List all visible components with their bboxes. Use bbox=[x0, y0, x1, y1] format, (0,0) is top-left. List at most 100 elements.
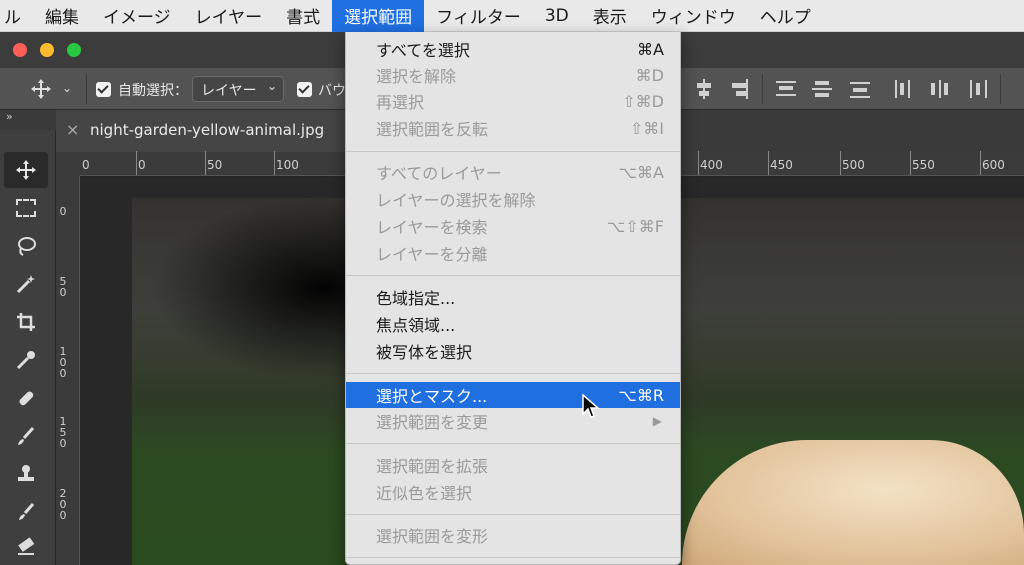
lasso-tool[interactable] bbox=[4, 228, 48, 264]
align-center-icon[interactable] bbox=[692, 78, 716, 100]
eyedropper-tool[interactable] bbox=[4, 342, 48, 378]
menu-item-filter[interactable]: フィルター bbox=[424, 0, 533, 32]
ruler-label: 1 0 0 bbox=[59, 345, 67, 380]
menu-inverse[interactable]: 選択範囲を反転 ⇧⌘I bbox=[346, 115, 680, 141]
menu-select-all[interactable]: すべてを選択 ⌘A bbox=[346, 36, 680, 62]
ruler-label: 50 bbox=[207, 158, 223, 172]
show-transform-checkbox[interactable] bbox=[297, 82, 312, 97]
ruler-label: 0 bbox=[82, 158, 90, 172]
clone-stamp-tool[interactable] bbox=[4, 456, 48, 492]
ruler-label: 0 bbox=[59, 205, 67, 218]
menu-deselect[interactable]: 選択を解除 ⌘D bbox=[346, 62, 680, 88]
distribute-right-icon[interactable] bbox=[966, 78, 990, 100]
menu-deselect-layers[interactable]: レイヤーの選択を解除 bbox=[346, 186, 680, 212]
auto-select-checkbox[interactable] bbox=[96, 82, 111, 97]
menu-item-type[interactable]: 書式 bbox=[274, 0, 332, 32]
ruler-label: 0 bbox=[138, 158, 146, 172]
distribute-bottom-icon[interactable] bbox=[848, 78, 872, 100]
ruler-label: 5 0 bbox=[59, 275, 67, 299]
auto-select-dropdown[interactable]: レイヤー ⌄ bbox=[192, 76, 284, 102]
eraser-tool[interactable] bbox=[4, 528, 48, 564]
marquee-tool[interactable] bbox=[4, 190, 48, 226]
menu-reselect[interactable]: 再選択 ⇧⌘D bbox=[346, 88, 680, 114]
ruler-corner bbox=[56, 152, 80, 176]
distribute-left-icon[interactable] bbox=[892, 78, 916, 100]
menu-select-and-mask[interactable]: 選択とマスク... ⌥⌘R bbox=[346, 382, 680, 408]
document-tab-title: night-garden-yellow-animal.jpg bbox=[90, 121, 325, 139]
menu-transform-selection[interactable]: 選択範囲を変形 bbox=[346, 522, 680, 548]
bandage-icon bbox=[19, 391, 34, 406]
menu-item-3d[interactable]: 3D bbox=[533, 0, 581, 32]
brush-tool[interactable] bbox=[4, 418, 48, 454]
ruler-label: 500 bbox=[842, 158, 865, 172]
marquee-icon bbox=[16, 199, 36, 217]
align-right-icon[interactable] bbox=[726, 78, 750, 100]
submenu-arrow-icon: ▶ bbox=[652, 414, 662, 428]
panel-collapse-icon[interactable]: » bbox=[6, 110, 13, 123]
show-transform-label: バウ bbox=[318, 83, 346, 99]
move-tool[interactable] bbox=[4, 152, 48, 188]
distribute-top-icon[interactable] bbox=[774, 78, 798, 100]
brush-icon bbox=[18, 426, 35, 445]
menu-separator bbox=[346, 151, 680, 152]
move-icon bbox=[16, 160, 36, 180]
minimize-window-button[interactable] bbox=[40, 43, 54, 57]
menu-item-app[interactable]: ル bbox=[0, 0, 33, 32]
healing-brush-tool[interactable] bbox=[4, 380, 48, 416]
auto-select-label: 自動選択： bbox=[118, 83, 188, 99]
menu-separator bbox=[346, 275, 680, 276]
crop-tool[interactable] bbox=[4, 304, 48, 340]
document-tab[interactable]: × night-garden-yellow-animal.jpg bbox=[56, 110, 356, 152]
menu-separator bbox=[346, 557, 680, 558]
ruler-label: 600 bbox=[982, 158, 1005, 172]
select-menu-dropdown: すべてを選択 ⌘A 選択を解除 ⌘D 再選択 ⇧⌘D 選択範囲を反転 ⇧⌘I す… bbox=[345, 32, 681, 565]
ruler-label: 1 5 0 bbox=[59, 415, 67, 450]
menu-color-range[interactable]: 色域指定... bbox=[346, 284, 680, 310]
menu-item-image[interactable]: イメージ bbox=[91, 0, 183, 32]
move-tool-icon[interactable] bbox=[30, 78, 52, 104]
ruler-vertical: 0 5 0 1 0 0 1 5 0 2 0 0 bbox=[56, 176, 80, 565]
menu-item-layer[interactable]: レイヤー bbox=[183, 0, 275, 32]
menu-item-view[interactable]: 表示 bbox=[581, 0, 639, 32]
menu-item-edit[interactable]: 編集 bbox=[33, 0, 91, 32]
menu-separator bbox=[346, 514, 680, 515]
eyedropper-icon bbox=[16, 351, 35, 370]
chevron-down-icon[interactable]: ⌄ bbox=[62, 81, 72, 95]
auto-select-value: レイヤー bbox=[201, 83, 257, 99]
close-window-button[interactable] bbox=[13, 43, 27, 57]
magic-wand-tool[interactable] bbox=[4, 266, 48, 302]
menu-separator bbox=[346, 443, 680, 444]
distribute-vcenter-icon[interactable] bbox=[810, 78, 834, 100]
menu-all-layers[interactable]: すべてのレイヤー ⌥⌘A bbox=[346, 159, 680, 185]
mouse-cursor-icon bbox=[582, 393, 601, 424]
zoom-window-button[interactable] bbox=[67, 43, 81, 57]
menu-item-help[interactable]: ヘルプ bbox=[748, 0, 823, 32]
distribute-hcenter-icon[interactable] bbox=[928, 78, 952, 100]
menu-separator bbox=[346, 373, 680, 374]
magic-wand-icon bbox=[16, 275, 35, 294]
tools-panel bbox=[0, 130, 56, 565]
ruler-label: 2 0 0 bbox=[59, 487, 67, 522]
menu-item-select[interactable]: 選択範囲 bbox=[332, 0, 425, 32]
history-brush-tool[interactable] bbox=[4, 494, 48, 530]
menu-grow[interactable]: 選択範囲を拡張 bbox=[346, 452, 680, 478]
menu-similar[interactable]: 近似色を選択 bbox=[346, 479, 680, 505]
ruler-label: 400 bbox=[700, 158, 723, 172]
ruler-label: 450 bbox=[770, 158, 793, 172]
eraser-icon bbox=[18, 537, 35, 555]
crop-icon bbox=[17, 313, 35, 331]
menu-find-layers[interactable]: レイヤーを検索 ⌥⇧⌘F bbox=[346, 213, 680, 239]
menu-focus-area[interactable]: 焦点領域... bbox=[346, 311, 680, 337]
history-brush-icon bbox=[19, 503, 35, 520]
ruler-label: 550 bbox=[912, 158, 935, 172]
stamp-icon bbox=[18, 465, 34, 481]
tools-panel-header[interactable]: » bbox=[0, 110, 56, 130]
menu-modify[interactable]: 選択範囲を変更 ▶ bbox=[346, 408, 680, 434]
menu-item-window[interactable]: ウィンドウ bbox=[639, 0, 748, 32]
menu-select-subject[interactable]: 被写体を選択 bbox=[346, 338, 680, 364]
menu-bar: ル 編集 イメージ レイヤー 書式 選択範囲 フィルター 3D 表示 ウィンドウ… bbox=[0, 0, 1024, 32]
close-icon[interactable]: × bbox=[66, 120, 79, 139]
menu-isolate-layers[interactable]: レイヤーを分離 bbox=[346, 240, 680, 266]
lasso-icon bbox=[18, 237, 36, 256]
chevron-down-icon: ⌄ bbox=[266, 79, 277, 93]
